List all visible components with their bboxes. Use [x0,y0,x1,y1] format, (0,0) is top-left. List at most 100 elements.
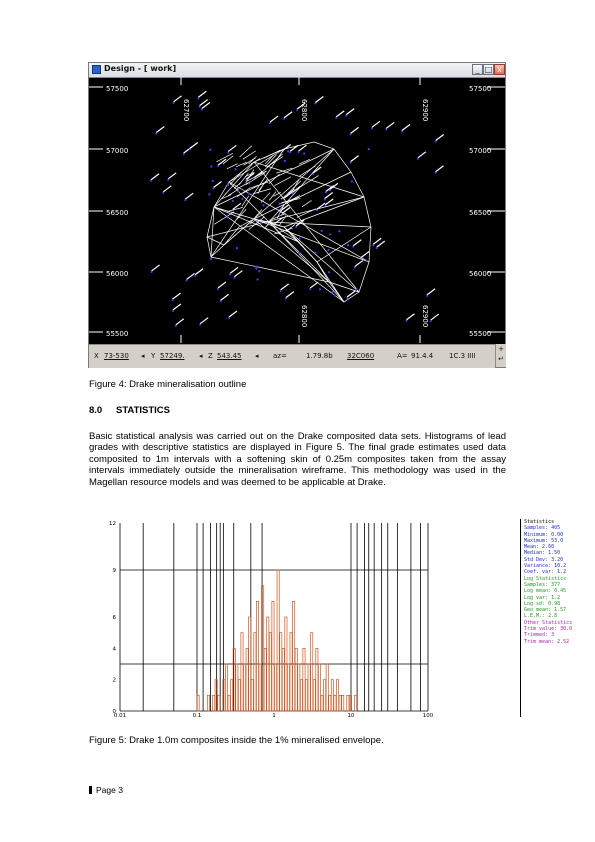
drillhole-marker [335,110,345,119]
composite-point [298,251,301,254]
composite-point [255,267,258,270]
angle-value: 91.4.4 [411,352,434,360]
drillhole-marker [184,192,194,202]
composite-point [231,199,234,203]
histogram-bar [258,663,262,712]
drillhole-marker [269,115,279,125]
histogram-bar [268,632,272,712]
body-paragraph: Basic statistical analysis was carried o… [89,431,506,488]
histogram-bar [212,694,216,712]
histogram-bar [287,663,290,712]
minimize-button[interactable]: _ [472,64,483,75]
easting-label-bottom: 62900 [421,305,429,327]
statistics-line: Trim mean: 2.52 [524,638,570,645]
histogram-bar [261,585,265,712]
drillhole-marker [150,264,160,273]
histogram-bar [240,632,244,712]
drillhole-marker [352,239,362,248]
composite-point [241,197,244,200]
stepper-icon[interactable]: ◂ [255,352,259,360]
northing-label-right: 55500 [469,330,491,338]
page-number: Page 3 [96,785,123,795]
y-tick-label: 4 [113,646,117,652]
x-tick-label: 100 [423,713,434,719]
histogram-bar [196,694,200,712]
stepper-icon[interactable]: ◂ [141,352,145,360]
northing-label-right: 56500 [469,209,491,217]
azimuth-label: az= [273,352,287,360]
drillhole-marker [297,144,307,154]
northing-label: 55500 [106,330,128,338]
maximize-button[interactable]: □ [483,64,494,75]
composite-point [333,294,337,297]
composite-point [255,265,258,268]
composite-point [327,248,330,252]
wireframe-outline [206,141,372,303]
wireframe-edge [210,256,330,283]
drillhole-marker [429,313,440,323]
wireframe-edge [213,206,300,243]
composite-point [314,251,317,254]
drillhole-marker [162,185,172,194]
wireframe-edge [283,226,360,293]
histogram-bar [232,647,236,712]
z-coord-label: Z [208,352,213,360]
histogram-bar [253,632,257,712]
y-coord-field[interactable]: 57249. [160,352,185,360]
composite-point [211,179,214,183]
composite-point [226,183,230,187]
drillhole-marker [171,292,181,302]
drillhole-marker [375,240,386,250]
composite-point [209,257,213,261]
drillhole-marker [217,158,227,168]
composite-point [256,278,259,281]
histogram-bar [217,694,221,712]
histogram-bar [354,694,358,712]
histogram-bar [318,663,321,712]
histogram-bar [336,679,339,712]
footer-bar-icon [89,786,92,794]
window-title-bar[interactable]: Design - [ work] _ □ x [89,63,505,78]
stepper-icon[interactable]: ◂ [199,352,203,360]
histogram-bar [274,663,277,712]
wireframe-edge [250,158,261,165]
histogram-bar [312,679,316,712]
wireframe-edge [268,148,335,223]
scroll-arrows[interactable]: + ↵ [495,344,506,367]
histogram-bar [230,679,234,712]
composite-point [278,202,281,205]
drillhole-marker [197,90,207,100]
composite-point [365,259,368,263]
wireframe-edge [214,211,235,225]
z-coord-field[interactable]: 543.45 [217,352,242,360]
northing-label: 57500 [106,85,128,93]
drillhole-marker [171,303,182,313]
histogram-bar [307,663,311,712]
drillhole-marker [345,108,355,117]
histogram-bar [222,679,226,712]
drillhole-marker [185,272,195,282]
wireframe-edge [223,218,255,246]
drillhole-marker [174,318,185,327]
histogram-bar [299,679,303,712]
histogram-bar [206,694,210,712]
drillhole-marker [212,181,222,190]
x-tick-label: 10 [348,713,355,719]
histogram-bar [333,694,337,712]
histogram-bar [279,632,283,712]
composite-point [355,288,358,291]
x-coord-field[interactable]: 73-530 [104,352,129,360]
composite-point [320,229,323,232]
wireframe-edge [268,221,372,228]
histogram-bar [338,694,342,712]
design-viewport[interactable]: 57500 57000 56500 56000 55500 57500 5700… [89,77,505,343]
histogram-figure: 12 9 6 4 2 0 0.01 0.1 1 10 100 Statistics Samples:… [88,519,572,719]
wireframe-edge [274,176,292,186]
composite-point [318,288,322,291]
wireframe-edge [301,200,312,208]
close-button[interactable]: x [494,64,505,75]
scale-field[interactable]: 32C060 [347,352,374,360]
design-window: Design - [ work] _ □ x 57500 57000 56500… [88,62,506,368]
wireframe-edge [251,181,269,189]
wireframe-edge [283,196,365,228]
